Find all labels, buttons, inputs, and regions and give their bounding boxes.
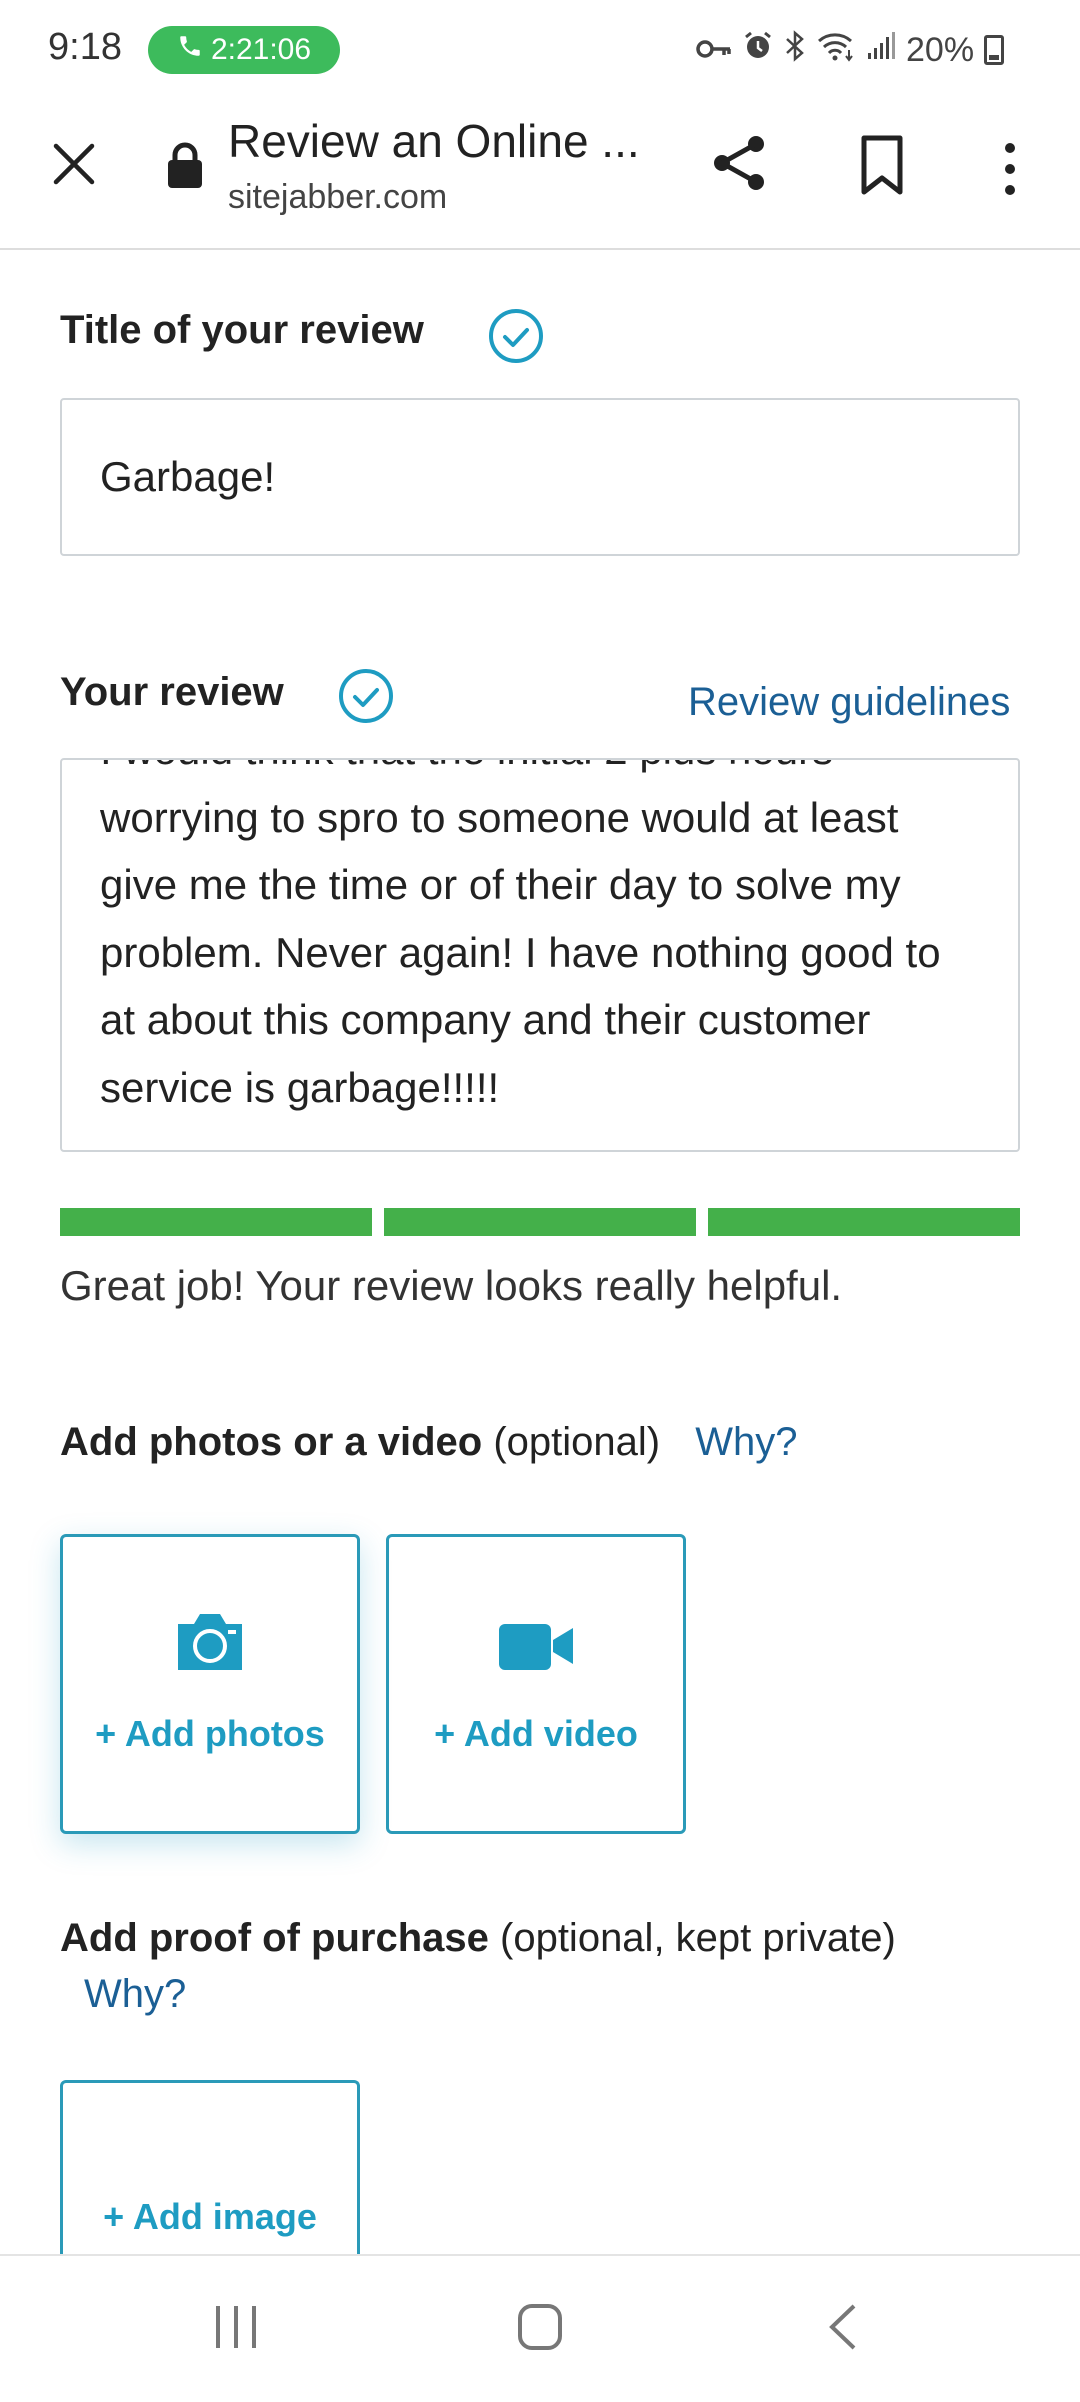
- proof-heading-note: (optional, kept private): [488, 1916, 896, 1960]
- home-button[interactable]: [516, 2302, 564, 2352]
- media-section-heading: Add photos or a video (optional) Why?: [60, 1420, 797, 1465]
- bookmark-icon: [861, 135, 903, 195]
- bluetooth-icon: [784, 29, 806, 71]
- check-circle-icon: [338, 668, 394, 724]
- home-icon: [518, 2304, 562, 2350]
- page-domain[interactable]: sitejabber.com: [228, 178, 447, 217]
- back-icon: [829, 2304, 856, 2350]
- close-icon: [53, 143, 95, 185]
- share-icon: [714, 136, 764, 190]
- proof-heading-bold: Add proof of purchase: [60, 1916, 489, 1960]
- add-photos-button[interactable]: + Add photos: [60, 1534, 360, 1834]
- add-video-button[interactable]: + Add video: [386, 1534, 686, 1834]
- status-bar: 9:18 2:21:06 20%: [0, 0, 1080, 100]
- share-button[interactable]: [704, 128, 774, 198]
- review-title-label: Title of your review: [60, 308, 424, 352]
- wifi-icon: [816, 30, 856, 71]
- add-photos-label: + Add photos: [95, 1713, 325, 1754]
- review-body-textarea[interactable]: I would think that the initial 2 plus ho…: [60, 758, 1020, 1152]
- proof-why-link[interactable]: Why?: [84, 1972, 186, 2016]
- proof-section-heading: Add proof of purchase (optional, kept pr…: [60, 1910, 960, 2022]
- review-guidelines-link[interactable]: Review guidelines: [688, 680, 1010, 725]
- review-body-text: I would think that the initial 2 plus ho…: [100, 760, 941, 1111]
- media-heading-note: (optional): [482, 1420, 661, 1464]
- review-body-label: Your review: [60, 670, 284, 714]
- phone-icon: [177, 33, 203, 67]
- recents-icon: [216, 2306, 256, 2348]
- status-time: 9:18: [48, 26, 122, 68]
- recent-apps-button[interactable]: [212, 2302, 260, 2352]
- bookmark-button[interactable]: [852, 130, 912, 200]
- media-why-link[interactable]: Why?: [695, 1420, 797, 1464]
- check-circle-icon: [488, 308, 544, 364]
- call-timer: 2:21:06: [210, 33, 312, 66]
- add-video-label: + Add video: [434, 1713, 638, 1754]
- strength-bar-segment: [60, 1208, 372, 1236]
- add-image-button[interactable]: + Add image: [60, 2080, 360, 2260]
- ongoing-call-pill[interactable]: 2:21:06: [148, 26, 340, 74]
- signal-icon: [866, 31, 896, 70]
- strength-bar-segment: [384, 1208, 696, 1236]
- lock-icon: [166, 140, 204, 190]
- review-title-input[interactable]: Garbage!: [60, 398, 1020, 556]
- more-vert-icon: [1005, 143, 1015, 195]
- battery-icon: [984, 35, 1005, 65]
- add-image-label: + Add image: [103, 2196, 317, 2237]
- battery-percentage: 20%: [906, 30, 975, 69]
- strength-bar-segment: [708, 1208, 1020, 1236]
- key-icon: [696, 31, 732, 70]
- more-options-button[interactable]: [990, 134, 1030, 204]
- page-title[interactable]: Review an Online ...: [228, 114, 640, 168]
- system-nav-bar: [0, 2254, 1080, 2402]
- browser-toolbar: Review an Online ... sitejabber.com: [0, 100, 1080, 250]
- status-icons: 20%: [696, 28, 1005, 72]
- close-tab-button[interactable]: [44, 134, 104, 194]
- video-camera-icon: [497, 1618, 575, 1683]
- alarm-icon: [742, 30, 774, 71]
- media-heading-bold: Add photos or a video: [60, 1420, 483, 1464]
- camera-icon: [172, 1610, 248, 1683]
- back-button[interactable]: [824, 2302, 860, 2352]
- review-strength-message: Great job! Your review looks really help…: [60, 1262, 843, 1309]
